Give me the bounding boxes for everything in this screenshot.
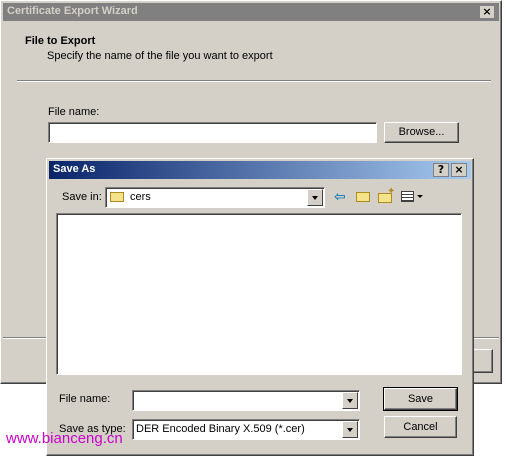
wizard-heading: File to Export bbox=[25, 35, 96, 47]
chevron-down-icon bbox=[417, 195, 423, 198]
wizard-close-button[interactable]: × bbox=[479, 5, 495, 19]
wizard-finish-button[interactable] bbox=[471, 349, 493, 373]
save-type-value: DER Encoded Binary X.509 (*.cer) bbox=[136, 423, 305, 435]
watermark-text: www.bianceng.cn bbox=[6, 430, 123, 447]
save-as-titlebar: Save As ? × bbox=[49, 161, 471, 179]
save-in-label: Save in: bbox=[62, 191, 102, 203]
save-in-value: cers bbox=[130, 191, 151, 203]
wizard-header-panel: File to Export Specify the name of the f… bbox=[3, 21, 499, 81]
chevron-down-icon[interactable] bbox=[307, 189, 323, 206]
save-as-close-button[interactable]: × bbox=[451, 163, 467, 177]
view-menu-button[interactable] bbox=[401, 189, 425, 205]
up-folder-button[interactable] bbox=[355, 189, 371, 205]
help-icon: ? bbox=[437, 163, 445, 176]
close-icon: × bbox=[482, 5, 492, 18]
file-name-combo[interactable] bbox=[132, 390, 360, 411]
file-list-view[interactable] bbox=[56, 213, 462, 375]
up-folder-icon bbox=[356, 192, 370, 202]
help-button[interactable]: ? bbox=[433, 163, 449, 177]
wizard-subtitle: Specify the name of the file you want to… bbox=[47, 50, 273, 62]
chevron-down-icon[interactable] bbox=[342, 421, 358, 438]
save-type-combo[interactable]: DER Encoded Binary X.509 (*.cer) bbox=[132, 419, 360, 440]
cancel-button[interactable]: Cancel bbox=[384, 416, 457, 438]
wizard-titlebar: Certificate Export Wizard × bbox=[3, 3, 499, 21]
save-as-dialog: Save As ? × Save in: cers ⇦ ✦ File name:… bbox=[46, 158, 474, 456]
chevron-down-icon[interactable] bbox=[342, 392, 358, 409]
details-view-icon bbox=[401, 191, 414, 202]
wizard-title: Certificate Export Wizard bbox=[7, 5, 138, 17]
wizard-file-label: File name: bbox=[48, 106, 100, 118]
back-arrow-icon: ⇦ bbox=[334, 189, 346, 205]
save-in-combo[interactable]: cers bbox=[105, 187, 325, 208]
folder-icon bbox=[110, 192, 124, 202]
save-button[interactable]: Save bbox=[383, 387, 458, 411]
back-button[interactable]: ⇦ bbox=[333, 189, 349, 205]
sparkle-icon: ✦ bbox=[387, 186, 396, 197]
save-as-title: Save As bbox=[53, 163, 96, 175]
close-icon: × bbox=[454, 163, 464, 176]
new-folder-button[interactable]: ✦ bbox=[377, 186, 396, 205]
file-name-label: File name: bbox=[59, 393, 111, 405]
browse-button[interactable]: Browse... bbox=[384, 122, 459, 143]
wizard-divider bbox=[17, 80, 491, 82]
wizard-file-input[interactable] bbox=[48, 122, 377, 143]
